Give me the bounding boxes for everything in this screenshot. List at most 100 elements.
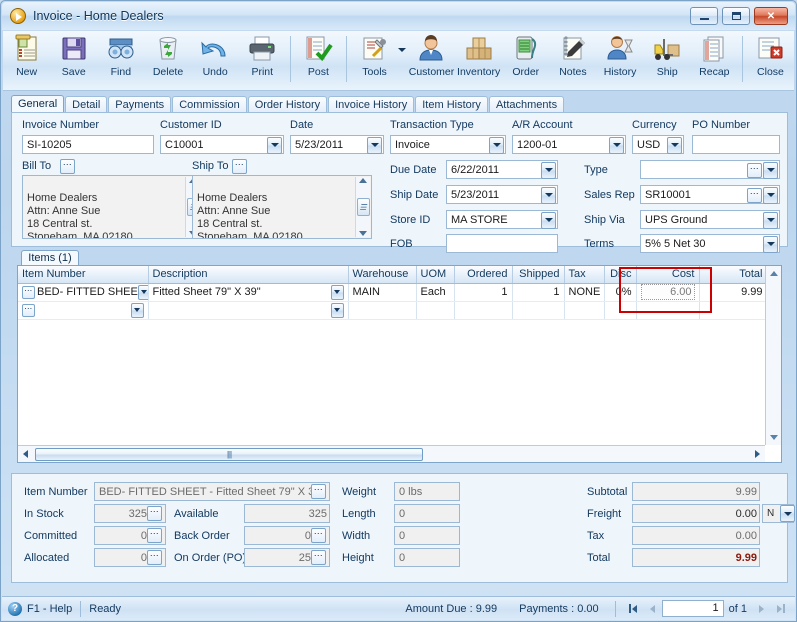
sales-rep-lookup-icon[interactable]: ⋯ xyxy=(747,187,762,203)
tab-payments[interactable]: Payments xyxy=(108,96,172,113)
back-order-input[interactable]: 0 ⋯ xyxy=(244,526,330,545)
ship-to-scrollbar[interactable]: ☰ xyxy=(355,177,370,237)
minimize-button[interactable] xyxy=(690,7,718,25)
toolbar-order[interactable]: Order xyxy=(502,34,549,88)
cell-description[interactable] xyxy=(148,301,349,320)
toolbar-save[interactable]: Save xyxy=(50,34,97,88)
cell-warehouse[interactable] xyxy=(348,301,417,320)
terms-input[interactable]: 5% 5 Net 30 xyxy=(640,234,780,253)
due-date-dropdown-icon[interactable] xyxy=(541,161,556,179)
col-description[interactable]: Description xyxy=(148,266,349,284)
store-id-dropdown-icon[interactable] xyxy=(541,211,556,229)
toolbar-notes[interactable]: Notes xyxy=(549,34,596,88)
col-shipped[interactable]: Shipped xyxy=(512,266,565,284)
scroll-up-icon[interactable] xyxy=(359,178,367,183)
terms-dropdown-icon[interactable] xyxy=(763,235,778,253)
back-order-lookup-icon[interactable]: ⋯ xyxy=(311,528,326,543)
transaction-type-dropdown-icon[interactable] xyxy=(489,136,504,154)
cell-cost[interactable] xyxy=(636,301,700,320)
allocated-lookup-icon[interactable]: ⋯ xyxy=(147,550,162,565)
cell-uom[interactable]: Each xyxy=(416,283,455,302)
bill-to-address-box[interactable]: Home Dealers Attn: Anne Sue 18 Central s… xyxy=(22,175,202,239)
grid-scroll-down-button[interactable] xyxy=(766,430,781,445)
type-dropdown-icon[interactable] xyxy=(763,161,778,179)
toolbar-tools-dropdown[interactable] xyxy=(398,34,408,88)
toolbar-close[interactable]: Close xyxy=(747,34,794,88)
freight-input[interactable]: 0.00 xyxy=(632,504,760,523)
cell-item-number[interactable]: ⋯ xyxy=(18,301,149,320)
transaction-type-input[interactable]: Invoice xyxy=(390,135,506,154)
bill-to-lookup-icon[interactable]: ⋯ xyxy=(60,159,75,174)
date-input[interactable]: 5/23/2011 xyxy=(290,135,384,154)
item-number-lookup-icon[interactable]: ⋯ xyxy=(22,303,35,317)
toolbar-find[interactable]: Find xyxy=(97,34,144,88)
ship-to-lookup-icon[interactable]: ⋯ xyxy=(232,159,247,174)
cell-ordered[interactable]: 1 xyxy=(454,283,513,302)
cell-uom[interactable] xyxy=(416,301,455,320)
grid-scroll-left-button[interactable] xyxy=(18,447,33,462)
col-tax[interactable]: Tax xyxy=(564,266,605,284)
cell-shipped[interactable]: 1 xyxy=(512,283,565,302)
freight-type-dropdown-icon[interactable] xyxy=(780,505,795,522)
toolbar-new[interactable]: New xyxy=(3,34,50,88)
tab-attachments[interactable]: Attachments xyxy=(488,96,565,113)
customer-id-dropdown-icon[interactable] xyxy=(267,136,282,154)
ar-account-input[interactable]: 1200-01 xyxy=(512,135,626,154)
table-row[interactable]: ⋯ BED- FITTED SHEE Fitted Sheet 79" X 39… xyxy=(18,283,768,302)
date-dropdown-icon[interactable] xyxy=(367,136,382,154)
invoice-number-input[interactable]: SI-10205 xyxy=(22,135,154,154)
previous-record-button[interactable] xyxy=(644,600,661,617)
description-dropdown-icon[interactable] xyxy=(330,284,344,300)
fob-input[interactable] xyxy=(446,234,558,253)
grid-scroll-right-button[interactable] xyxy=(750,447,765,462)
cell-disc[interactable] xyxy=(604,301,637,320)
tab-item-history[interactable]: Item History xyxy=(415,96,488,113)
committed-input[interactable]: 0 ⋯ xyxy=(94,526,166,545)
next-record-button[interactable] xyxy=(753,600,770,617)
cell-total[interactable] xyxy=(699,301,768,320)
col-total[interactable]: Total xyxy=(699,266,768,284)
currency-dropdown-icon[interactable] xyxy=(667,136,682,154)
detail-item-number-input[interactable]: BED- FITTED SHEET - Fitted Sheet 79" X 3… xyxy=(94,482,330,501)
table-row[interactable]: ⋯ xyxy=(18,301,768,320)
items-tab[interactable]: Items (1) xyxy=(21,250,79,266)
sales-rep-input[interactable]: SR10001 ⋯ xyxy=(640,185,780,204)
in-stock-lookup-icon[interactable]: ⋯ xyxy=(147,506,162,521)
cell-tax[interactable]: NONE xyxy=(564,283,605,302)
first-record-button[interactable] xyxy=(625,600,642,617)
po-number-input[interactable] xyxy=(692,135,780,154)
freight-type-input[interactable]: N xyxy=(762,504,795,523)
item-number-lookup-icon[interactable]: ⋯ xyxy=(22,285,35,299)
col-ordered[interactable]: Ordered xyxy=(454,266,513,284)
allocated-input[interactable]: 0 ⋯ xyxy=(94,548,166,567)
toolbar-history[interactable]: History xyxy=(596,34,643,88)
on-order-lookup-icon[interactable]: ⋯ xyxy=(311,550,326,565)
toolbar-tools[interactable]: Tools xyxy=(351,34,398,88)
page-number-input[interactable]: 1 xyxy=(661,600,724,617)
col-cost[interactable]: Cost xyxy=(636,266,700,284)
grid-vertical-scrollbar[interactable] xyxy=(765,266,781,445)
toolbar-print[interactable]: Print xyxy=(239,34,286,88)
help-label[interactable]: F1 - Help xyxy=(27,603,72,615)
in-stock-input[interactable]: 325 ⋯ xyxy=(94,504,166,523)
on-order-input[interactable]: 25 ⋯ xyxy=(244,548,330,567)
scroll-thumb[interactable]: ☰ xyxy=(356,198,370,216)
help-icon[interactable]: ? xyxy=(8,601,22,616)
cell-cost[interactable]: 6.00 xyxy=(636,283,700,302)
ship-via-dropdown-icon[interactable] xyxy=(763,211,778,229)
type-input[interactable]: ⋯ xyxy=(640,160,780,179)
cell-warehouse[interactable]: MAIN xyxy=(348,283,417,302)
tab-invoice-history[interactable]: Invoice History xyxy=(328,96,415,113)
description-dropdown-icon[interactable] xyxy=(330,302,344,318)
tab-general[interactable]: General xyxy=(11,95,65,113)
store-id-input[interactable]: MA STORE xyxy=(446,210,558,229)
cell-ordered[interactable] xyxy=(454,301,513,320)
cell-total[interactable]: 9.99 xyxy=(699,283,768,302)
ship-to-address-box[interactable]: Home Dealers Attn: Anne Sue 18 Central s… xyxy=(192,175,372,239)
due-date-input[interactable]: 6/22/2011 xyxy=(446,160,558,179)
tab-commission[interactable]: Commission xyxy=(172,96,247,113)
last-record-button[interactable] xyxy=(772,600,789,617)
toolbar-undo[interactable]: Undo xyxy=(192,34,239,88)
col-disc[interactable]: Disc xyxy=(604,266,637,284)
cell-disc[interactable]: 0% xyxy=(604,283,637,302)
